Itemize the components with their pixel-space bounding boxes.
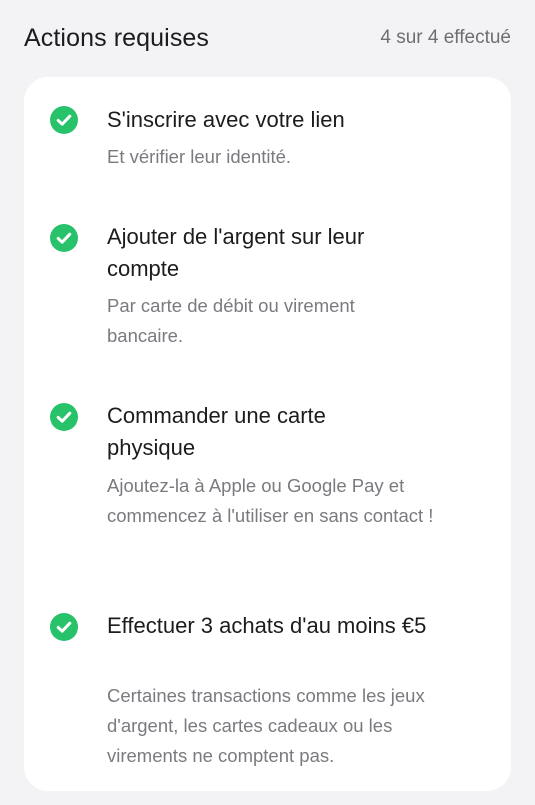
section-title: Actions requises	[24, 23, 210, 52]
task-title: Commander une carte physique	[107, 403, 326, 460]
task-description: Certaines transactions comme les jeux d'…	[107, 685, 425, 766]
check-circle-icon	[50, 403, 78, 431]
task-description: Et vérifier leur identité.	[107, 146, 292, 167]
task-title: S'inscrire avec votre lien	[107, 107, 345, 132]
task-title: Effectuer 3 achats d'au moins €5	[107, 613, 427, 638]
task-description: Ajoutez-la à Apple ou Google Pay et comm…	[107, 475, 434, 526]
task-title: Ajouter de l'argent sur leur compte	[107, 224, 365, 281]
required-actions-header: Actions requises 4 sur 4 effectué	[24, 18, 511, 58]
progress-count: 4 sur 4 effectué	[380, 27, 511, 48]
check-circle-icon	[50, 106, 78, 134]
check-circle-icon	[50, 224, 78, 252]
task-description: Par carte de débit ou virement bancaire.	[107, 295, 355, 346]
actions-card: S'inscrire avec votre lien Et vérifier l…	[24, 77, 511, 791]
check-circle-icon	[50, 613, 78, 641]
